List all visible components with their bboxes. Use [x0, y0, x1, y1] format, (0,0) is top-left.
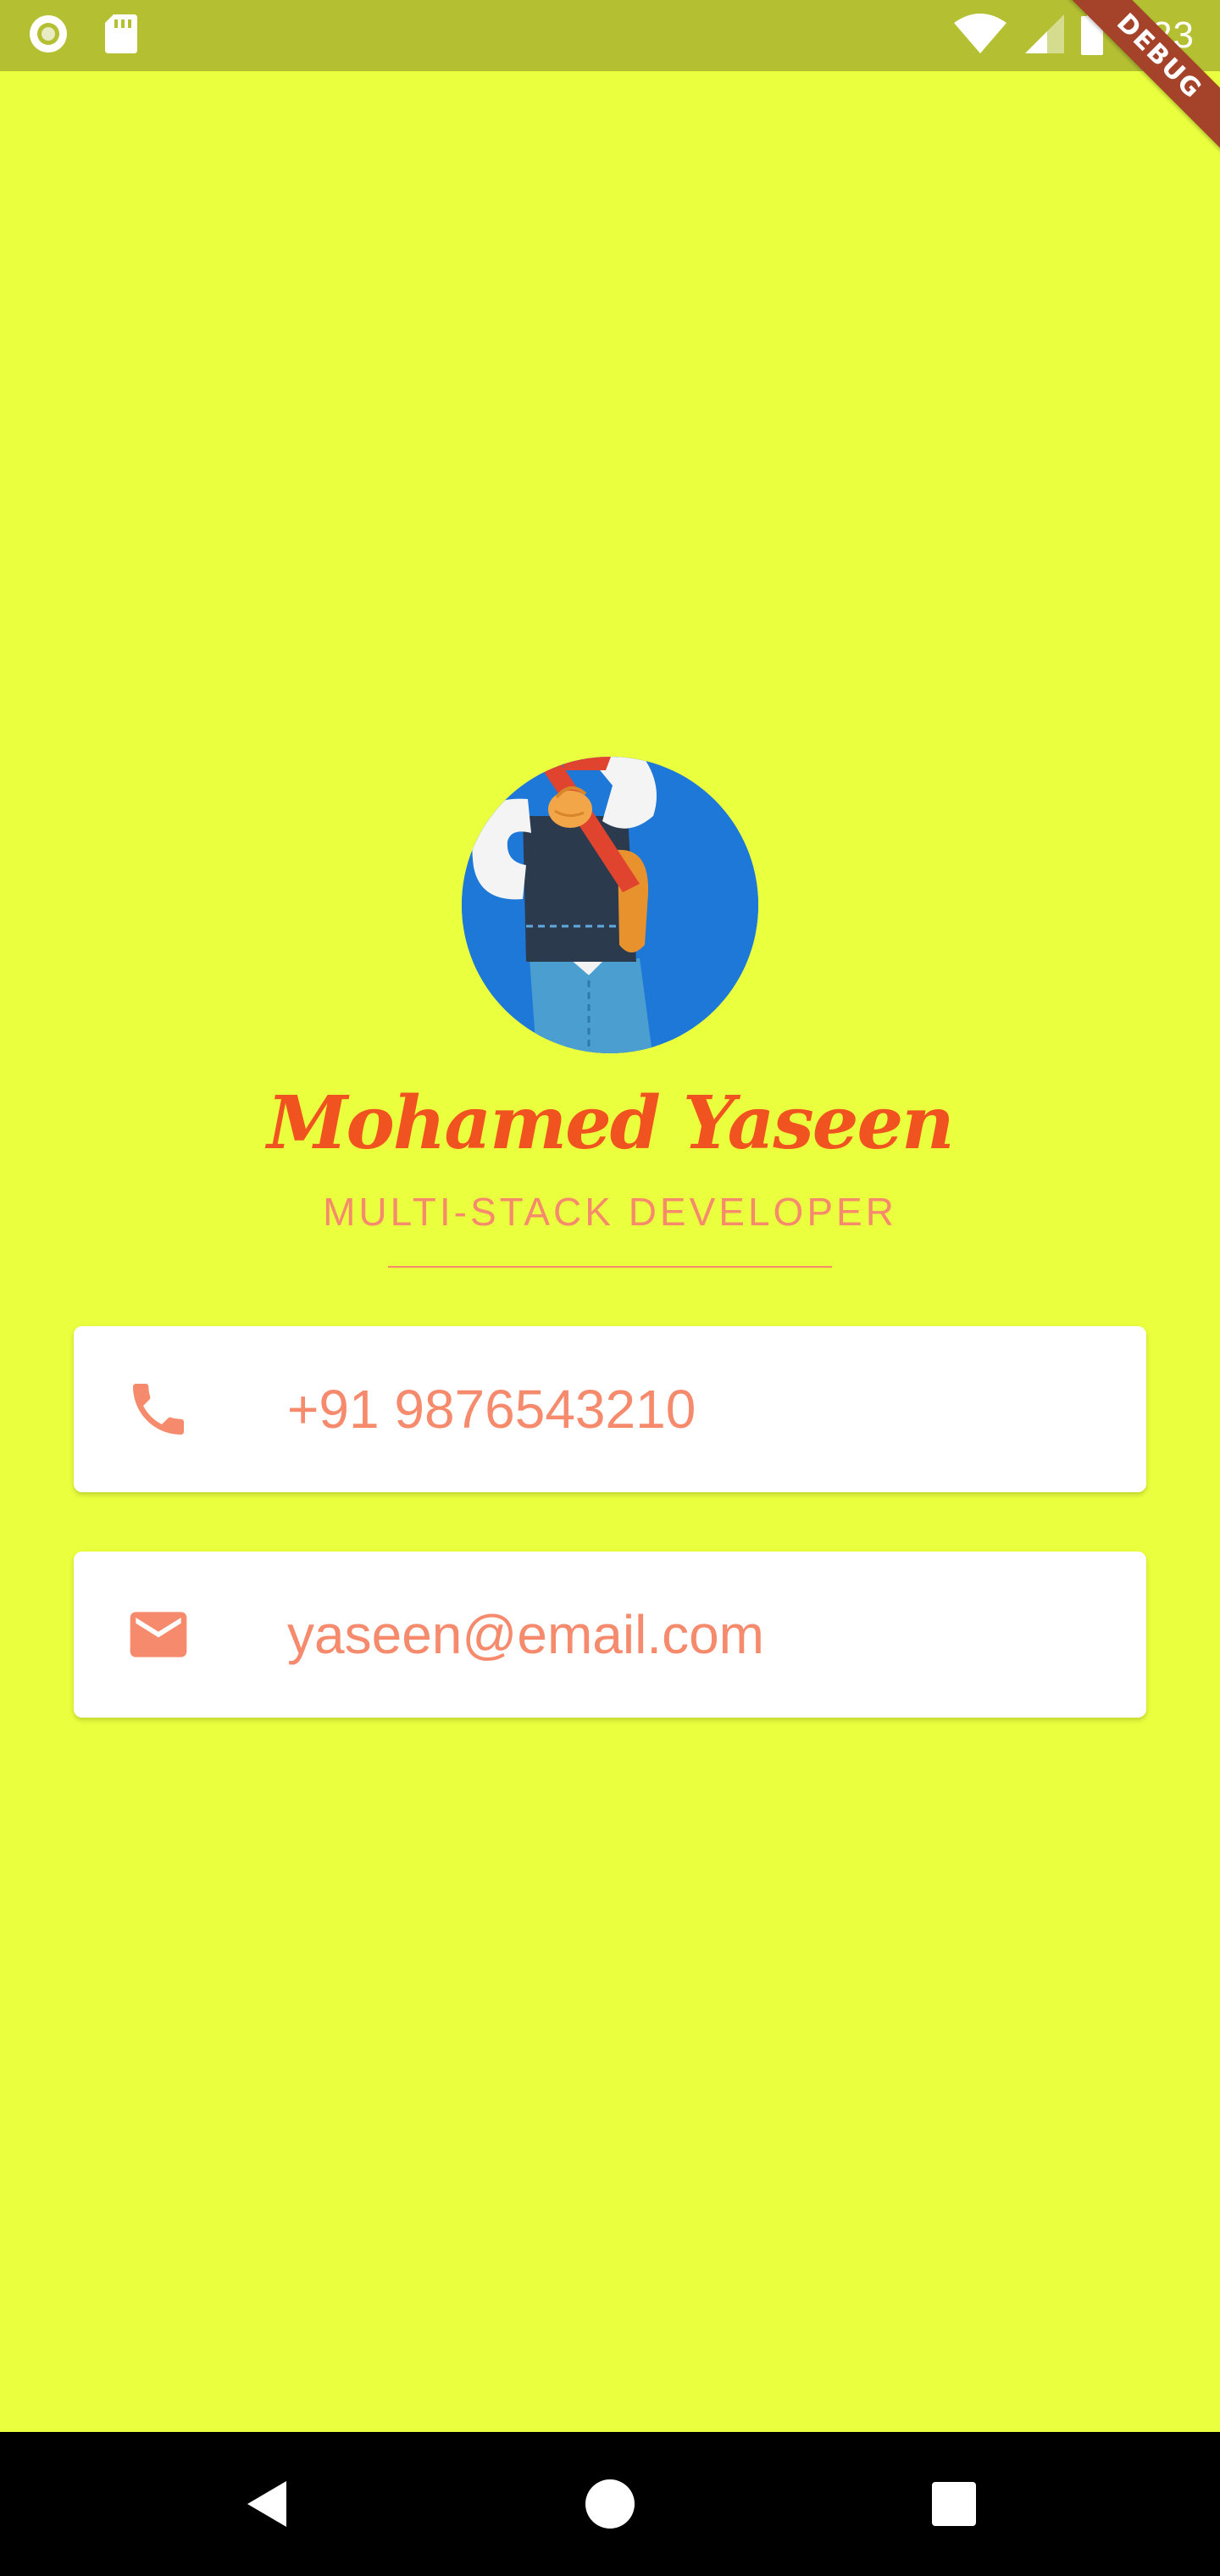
navigation-bar [0, 2432, 1220, 2576]
email-icon [125, 1601, 192, 1668]
sd-card-icon [103, 13, 139, 58]
profile-avatar-image [462, 757, 758, 1053]
back-icon[interactable] [239, 2474, 298, 2534]
profile-title: MULTI-STACK DEVELOPER [323, 1190, 897, 1234]
status-left-icons [27, 12, 139, 59]
phone-card[interactable]: +91 9876543210 [74, 1326, 1146, 1492]
recents-icon[interactable] [924, 2474, 984, 2534]
record-indicator-icon [27, 13, 69, 58]
email-address: yaseen@email.com [287, 1604, 764, 1665]
phone-number: +91 9876543210 [287, 1379, 696, 1440]
divider [388, 1266, 832, 1268]
status-bar: 4:23 [0, 0, 1220, 71]
wifi-icon [952, 13, 1008, 58]
home-icon[interactable] [580, 2474, 640, 2534]
profile-name: Mohamed Yaseen [267, 1080, 954, 1166]
phone-icon [125, 1375, 192, 1443]
cell-signal-icon [1022, 13, 1066, 58]
email-card[interactable]: yaseen@email.com [74, 1552, 1146, 1718]
profile-avatar [462, 757, 758, 1053]
